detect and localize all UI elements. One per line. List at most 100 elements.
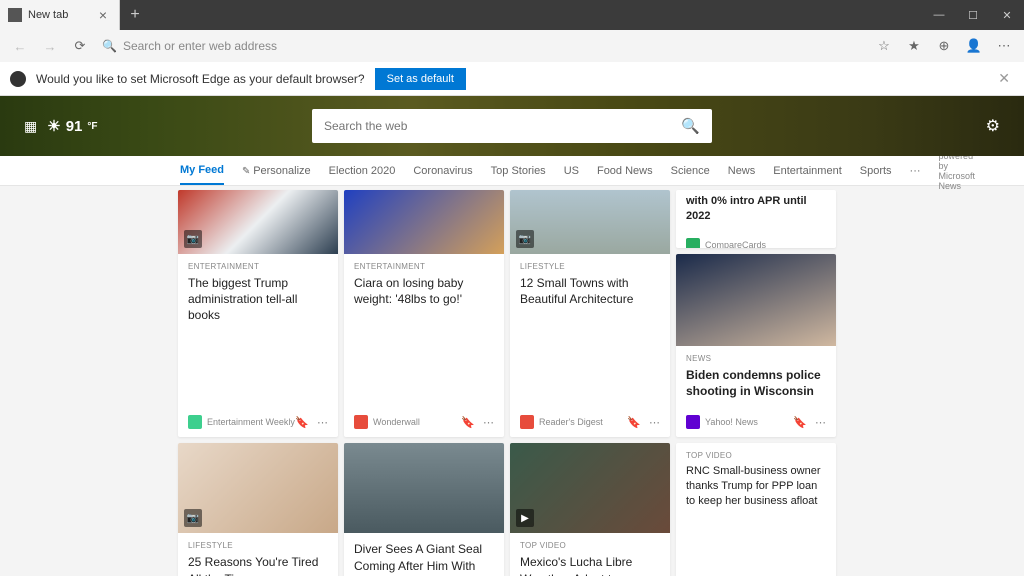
window-controls: — ☐ ✕ [922, 0, 1024, 30]
apps-grid-icon[interactable]: ▦ [24, 118, 37, 135]
source-name: Yahoo! News [705, 417, 758, 427]
search-input[interactable] [324, 119, 681, 133]
card-title: Mexico's Lucha Libre Wrestlers Adapt to … [520, 554, 660, 576]
nav-more[interactable]: ··· [910, 158, 921, 184]
notif-text: Would you like to set Microsoft Edge as … [36, 72, 365, 86]
dismiss-notif-icon[interactable]: ✕ [994, 70, 1014, 87]
card-image: 📷 [178, 190, 338, 254]
card-more-icon[interactable]: ⋯ [317, 416, 328, 429]
card-category: LIFESTYLE [188, 541, 328, 550]
card-title: The biggest Trump administration tell-al… [188, 275, 328, 324]
nav-election[interactable]: Election 2020 [329, 158, 396, 184]
default-browser-bar: Would you like to set Microsoft Edge as … [0, 62, 1024, 96]
source-badge [188, 415, 202, 429]
bookmark-icon[interactable]: 🔖 [295, 416, 309, 429]
edge-icon [10, 71, 26, 87]
back-button[interactable]: ← [6, 32, 34, 60]
play-icon: ▶ [516, 509, 534, 527]
card-grid: 📷 ENTERTAINMENT The biggest Trump adminis… [178, 190, 846, 576]
nav-entertainment[interactable]: Entertainment [773, 158, 841, 184]
card-image [676, 254, 836, 346]
window-titlebar: New tab × + — ☐ ✕ [0, 0, 1024, 30]
bookmark-icon[interactable]: 🔖 [793, 416, 807, 429]
nav-food[interactable]: Food News [597, 158, 653, 184]
nav-personalize[interactable]: Personalize [242, 158, 311, 184]
more-icon[interactable]: ⋯ [990, 32, 1018, 60]
weather-icon: ☀ [47, 117, 60, 135]
nav-science[interactable]: Science [671, 158, 710, 184]
reading-view-icon[interactable]: ☆ [870, 32, 898, 60]
browser-tab[interactable]: New tab × [0, 0, 120, 30]
card-title: Biden condemns police shooting in Wiscon… [686, 367, 826, 399]
card-more-icon[interactable]: ⋯ [815, 416, 826, 429]
source-name: Wonderwall [373, 417, 420, 427]
source-badge [520, 415, 534, 429]
card-category: ENTERTAINMENT [354, 262, 494, 271]
profile-icon[interactable]: 👤 [960, 32, 988, 60]
col4-stack: with 0% intro APR until 2022 CompareCard… [676, 190, 836, 437]
card-image: 📷 [178, 443, 338, 533]
nav-news[interactable]: News [728, 158, 756, 184]
close-tab-icon[interactable]: × [95, 7, 111, 23]
source-name: Reader's Digest [539, 417, 603, 427]
card-more-icon[interactable]: ⋯ [483, 416, 494, 429]
hero-left: ▦ ☀ 91 °F [24, 117, 97, 135]
card-more-icon[interactable]: ⋯ [649, 416, 660, 429]
bookmark-icon[interactable]: 🔖 [461, 416, 475, 429]
tab-title: New tab [28, 9, 68, 21]
page-settings-icon[interactable]: ⚙ [986, 116, 1000, 136]
minimize-button[interactable]: — [922, 0, 956, 30]
news-card[interactable]: 📷 ENTERTAINMENT The biggest Trump adminis… [178, 190, 338, 437]
gallery-icon: 📷 [516, 230, 534, 248]
nav-us[interactable]: US [564, 158, 579, 184]
address-placeholder: Search or enter web address [123, 39, 277, 53]
web-search-box[interactable]: 🔍 [312, 109, 712, 143]
address-bar[interactable]: 🔍 Search or enter web address [96, 34, 868, 58]
feed-content: 📷 ENTERTAINMENT The biggest Trump adminis… [0, 186, 1024, 576]
search-submit-icon[interactable]: 🔍 [681, 117, 700, 135]
card-title: 25 Reasons You're Tired All the Time [188, 554, 328, 576]
new-tab-button[interactable]: + [120, 0, 150, 30]
hero-section: ▦ ☀ 91 °F 🔍 ⚙ [0, 96, 1024, 156]
card-title: Ciara on losing baby weight: '48lbs to g… [354, 275, 494, 307]
news-card[interactable]: 📷 LIFESTYLE 25 Reasons You're Tired All t… [178, 443, 338, 576]
gallery-icon: 📷 [184, 509, 202, 527]
close-window-button[interactable]: ✕ [990, 0, 1024, 30]
ad-card[interactable]: with 0% intro APR until 2022 CompareCard… [676, 190, 836, 248]
news-card[interactable]: 📷 LIFESTYLE12 Small Towns with Beautiful… [510, 190, 670, 437]
set-default-button[interactable]: Set as default [375, 68, 466, 90]
nav-my-feed[interactable]: My Feed [180, 157, 224, 185]
card-title: RNC Small-business owner thanks Trump fo… [686, 464, 826, 509]
weather-widget[interactable]: ☀ 91 °F [47, 117, 97, 135]
source-badge [686, 415, 700, 429]
nav-coronavirus[interactable]: Coronavirus [413, 158, 472, 184]
news-card[interactable]: ENTERTAINMENT Ciara on losing baby weight… [344, 190, 504, 437]
ad-card[interactable]: Diver Sees A Giant Seal Coming After Him… [344, 443, 504, 576]
collections-icon[interactable]: ⊕ [930, 32, 958, 60]
ad-badge [686, 238, 700, 248]
gallery-icon: 📷 [184, 230, 202, 248]
nav-sports[interactable]: Sports [860, 158, 892, 184]
temp-unit: °F [87, 121, 97, 132]
powered-by-label: powered by Microsoft News [939, 151, 976, 191]
card-category: NEWS [686, 354, 826, 363]
news-card[interactable]: ▶ TOP VIDEOMexico's Lucha Libre Wrestler… [510, 443, 670, 576]
card-category: TOP VIDEO [686, 451, 826, 460]
news-card[interactable]: TOP VIDEO RNC Small-business owner thanks… [676, 443, 836, 576]
nav-top-stories[interactable]: Top Stories [491, 158, 546, 184]
card-image: 📷 [510, 190, 670, 254]
browser-toolbar: ← → ⟳ 🔍 Search or enter web address ☆ ★ … [0, 30, 1024, 62]
card-title: 12 Small Towns with Beautiful Architectu… [520, 275, 660, 307]
card-image [344, 443, 504, 533]
bookmark-icon[interactable]: 🔖 [627, 416, 641, 429]
card-image [344, 190, 504, 254]
refresh-button[interactable]: ⟳ [66, 32, 94, 60]
forward-button[interactable]: → [36, 32, 64, 60]
source-name: CompareCards [705, 240, 766, 248]
source-name: Entertainment Weekly [207, 417, 295, 427]
maximize-button[interactable]: ☐ [956, 0, 990, 30]
card-category: ENTERTAINMENT [188, 262, 328, 271]
favorites-icon[interactable]: ★ [900, 32, 928, 60]
news-card[interactable]: NEWS Biden condemns police shooting in Wi… [676, 254, 836, 437]
card-title: Diver Sees A Giant Seal Coming After Him… [354, 541, 494, 576]
